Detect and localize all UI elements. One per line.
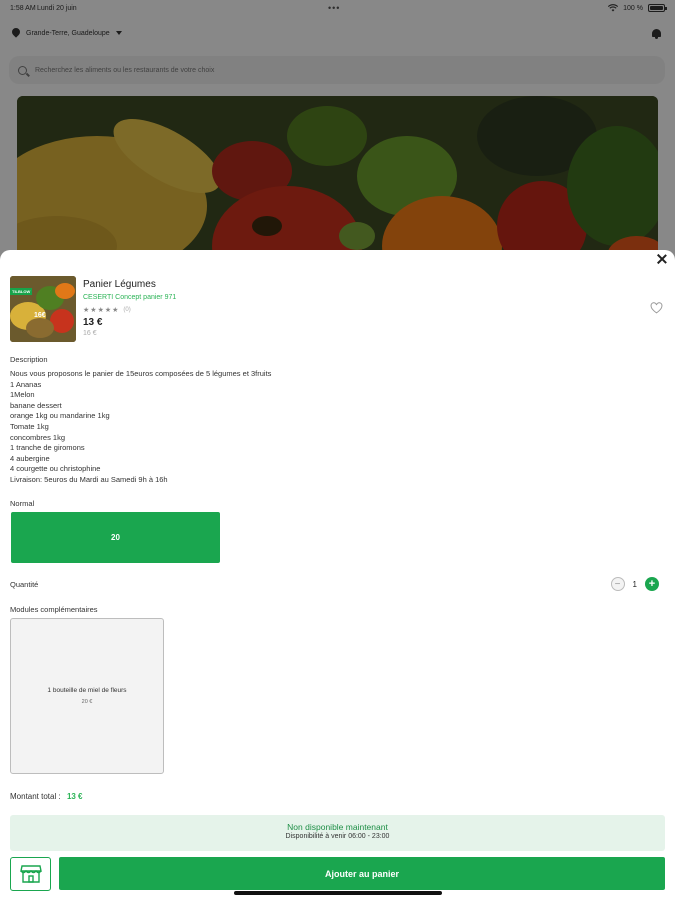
- heart-icon[interactable]: [650, 302, 663, 314]
- quantity-stepper: − 1 +: [610, 577, 659, 591]
- thumb-price: 16€: [34, 312, 46, 319]
- description-line: Nous vous proposons le panier de 15euros…: [10, 369, 272, 378]
- product-price: 13 €: [83, 317, 103, 328]
- module-name: 1 bouteille de miel de fleurs: [47, 687, 127, 694]
- increment-button[interactable]: +: [645, 577, 659, 591]
- description-line: 1 tranche de giromons: [10, 443, 85, 453]
- product-image: TILBLOW 16€: [10, 276, 76, 342]
- option-button[interactable]: 20: [11, 512, 220, 563]
- module-card[interactable]: 1 bouteille de miel de fleurs 20 €: [10, 618, 164, 774]
- close-icon[interactable]: [655, 252, 669, 266]
- decrement-button[interactable]: −: [610, 577, 625, 591]
- rating-stars: ★ ★ ★ ★ ★ (0): [83, 306, 131, 314]
- thumb-badge: TILBLOW: [10, 288, 33, 295]
- availability-status: Non disponible maintenant: [287, 822, 388, 832]
- store-icon: [19, 865, 42, 883]
- product-title: Panier Légumes: [83, 279, 156, 290]
- quantity-label: Quantité: [10, 580, 39, 589]
- total-label: Montant total :: [10, 792, 61, 801]
- description-line: concombres 1kg: [10, 432, 66, 442]
- star-icon: ★: [90, 307, 97, 314]
- star-icon: ★: [104, 307, 112, 314]
- description-line: Tomate 1kg: [10, 421, 49, 431]
- add-to-cart-button[interactable]: Ajouter au panier: [59, 857, 665, 890]
- description-line: 1Melon: [10, 390, 35, 400]
- basket-illustration: [10, 276, 76, 342]
- total-amount: 13 €: [66, 792, 83, 801]
- availability-hours: Disponibilité à venir 06:00 - 23:00: [285, 833, 390, 840]
- description-line: 1 Ananas: [10, 379, 42, 389]
- original-price: 16 €: [83, 330, 97, 337]
- description-label: Description: [10, 355, 48, 364]
- description-line: Livraison: 5euros du Mardi au Samedi 9h …: [10, 474, 168, 484]
- description-line: banane dessert: [10, 400, 62, 410]
- description-text: Nous vous proposons le panier de 15euros…: [10, 369, 271, 486]
- total-amount-row: Montant total : 13 €: [10, 792, 83, 801]
- product-detail-sheet: TILBLOW 16€ Panier Légumes CESERTI Conce…: [0, 250, 675, 900]
- rating-count: (0): [123, 307, 131, 313]
- vendor-link[interactable]: CESERTI Concept panier 971: [83, 294, 176, 301]
- description-line: orange 1kg ou mandarine 1kg: [10, 411, 110, 421]
- star-icon: ★: [83, 307, 90, 314]
- option-group-label: Normal: [10, 499, 35, 508]
- store-button[interactable]: [10, 857, 51, 891]
- availability-banner: Non disponible maintenant Disponibilité …: [10, 815, 665, 851]
- description-line: 4 aubergine: [10, 453, 50, 463]
- modules-label: Modules complémentaires: [10, 605, 98, 614]
- description-line: 4 courgette ou christophine: [10, 464, 101, 474]
- home-indicator: [234, 891, 442, 895]
- star-icon: ★: [97, 307, 104, 314]
- star-icon: ★: [112, 307, 119, 314]
- module-price: 20 €: [81, 699, 93, 705]
- quantity-value: 1: [632, 579, 637, 589]
